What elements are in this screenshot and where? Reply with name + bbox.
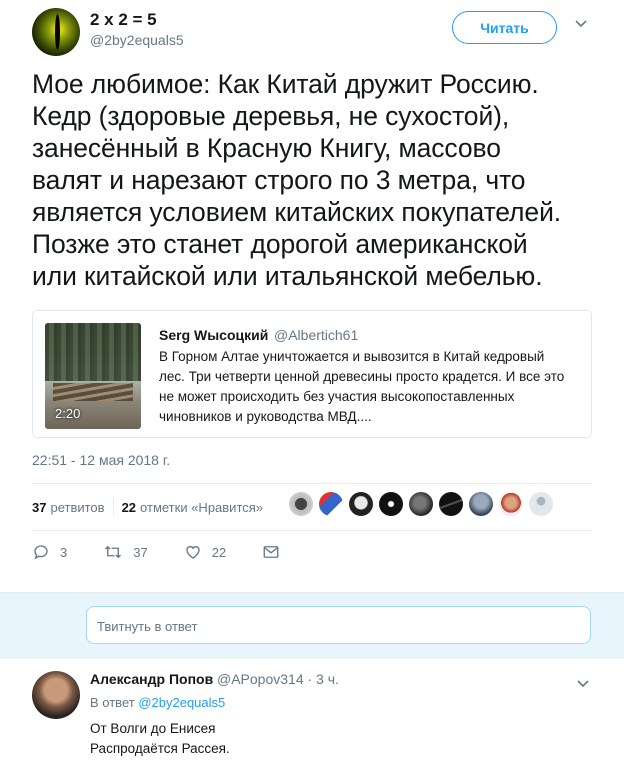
liker-avatar[interactable]	[499, 492, 523, 516]
likers-avatars	[289, 492, 559, 516]
reply-input[interactable]: Твитнуть в ответ	[86, 606, 591, 644]
follow-button[interactable]: Читать	[452, 11, 557, 44]
tweet-text-line: валят и нарезают строго по 3 метра, что	[32, 165, 526, 195]
quote-text-line: не может происходить без участия высокоп…	[159, 389, 515, 404]
author-name[interactable]: 2 x 2 = 5	[90, 10, 157, 30]
liker-avatar[interactable]	[529, 492, 553, 516]
reply-text-line: Распродаётся Рассея.	[90, 741, 230, 756]
stats-separator	[112, 498, 114, 516]
video-duration: 2:20	[55, 406, 81, 421]
liker-avatar[interactable]	[349, 492, 373, 516]
author-avatar[interactable]	[32, 8, 80, 56]
quote-text-line: лес. Три четверти ценной древесины прост…	[159, 369, 565, 384]
tweet-text: Мое любимое: Как Китай дружит Россию. Ке…	[32, 68, 602, 292]
reply-author-name[interactable]: Александр Попов	[90, 671, 213, 687]
envelope-icon	[263, 546, 279, 558]
chevron-down-icon[interactable]	[577, 675, 589, 693]
reply-to-link[interactable]: @2by2equals5	[138, 695, 225, 710]
divider	[32, 530, 592, 531]
reply-to-prefix: В ответ	[90, 695, 135, 710]
likes-label: отметки «Нравится»	[140, 499, 264, 515]
tweet-text-line: занесённый в Красную Книгу, массово	[32, 133, 501, 163]
chevron-down-icon[interactable]	[575, 20, 587, 32]
liker-avatar[interactable]	[319, 492, 343, 516]
divider	[32, 483, 592, 484]
reply-text: От Волги до Енисея Распродаётся Рассея.	[90, 719, 230, 759]
reply-to: В ответ @2by2equals5	[90, 695, 225, 710]
reply-author-handle[interactable]: @APopov314 · 3 ч.	[217, 671, 339, 687]
tweet-text-line: Позже это станет дорогой американской	[32, 229, 528, 259]
author-handle[interactable]: @2by2equals5	[90, 32, 184, 48]
liker-avatar[interactable]	[379, 492, 403, 516]
direct-message-button[interactable]	[262, 543, 290, 561]
reply-icon	[34, 545, 48, 560]
reply-tweet[interactable]: Александр Попов @APopov314 · 3 ч. В отве…	[0, 659, 624, 766]
reply-author-avatar[interactable]	[32, 671, 80, 719]
tweet-text-line: Кедр (здоровые деревья, не сухостой),	[32, 101, 510, 131]
retweet-button[interactable]: 37	[103, 543, 148, 561]
reply-compose-area: Твитнуть в ответ	[0, 592, 624, 658]
likes-count: 22	[121, 499, 137, 515]
tweet-stats: 37 ретвитов 22 отметки «Нравится»	[32, 498, 263, 516]
liker-avatar[interactable]	[439, 492, 463, 516]
reply-text-line: От Волги до Енисея	[90, 721, 216, 736]
like-button[interactable]: 22	[184, 543, 226, 561]
like-count: 22	[211, 544, 227, 560]
quote-author-name: Serg Wысоцкий	[159, 327, 269, 343]
video-thumbnail[interactable]: 2:20	[45, 323, 141, 429]
heart-icon	[186, 546, 200, 559]
quoted-tweet[interactable]: 2:20 Serg Wысоцкий @Albertich61 В Горном…	[32, 310, 592, 438]
tweet-text-line: Мое любимое: Как Китай дружит Россию.	[32, 69, 539, 99]
liker-avatar[interactable]	[469, 492, 493, 516]
quote-author-handle: @Albertich61	[274, 327, 359, 343]
retweet-icon	[105, 545, 122, 559]
quote-text-line: В Горном Алтае уничтожается и вывозится …	[159, 349, 545, 364]
retweets-count: 37	[32, 499, 47, 515]
cat-eye-pupil	[55, 14, 60, 50]
forest-image	[45, 323, 141, 382]
reply-count: 3	[60, 544, 68, 560]
retweets-label: ретвитов	[50, 499, 105, 515]
logs-image	[53, 383, 133, 401]
quote-text: В Горном Алтае уничтожается и вывозится …	[159, 347, 579, 427]
tweet-timestamp[interactable]: 22:51 - 12 мая 2018 г.	[32, 452, 170, 468]
likes-stat[interactable]: 22 отметки «Нравится»	[122, 500, 263, 515]
retweets-stat[interactable]: 37 ретвитов	[32, 500, 105, 515]
liker-avatar[interactable]	[409, 492, 433, 516]
liker-avatar[interactable]	[289, 492, 313, 516]
tweet-actions: 3 37 22	[32, 540, 326, 564]
reply-button[interactable]: 3	[32, 543, 67, 561]
quote-text-line: чиновников и руководства МВД....	[159, 409, 372, 424]
retweet-count: 37	[133, 544, 148, 560]
tweet-text-line: или китайской или итальянской мебелью.	[32, 261, 543, 291]
tweet-text-line: является условием китайских покупателей.	[32, 197, 562, 227]
